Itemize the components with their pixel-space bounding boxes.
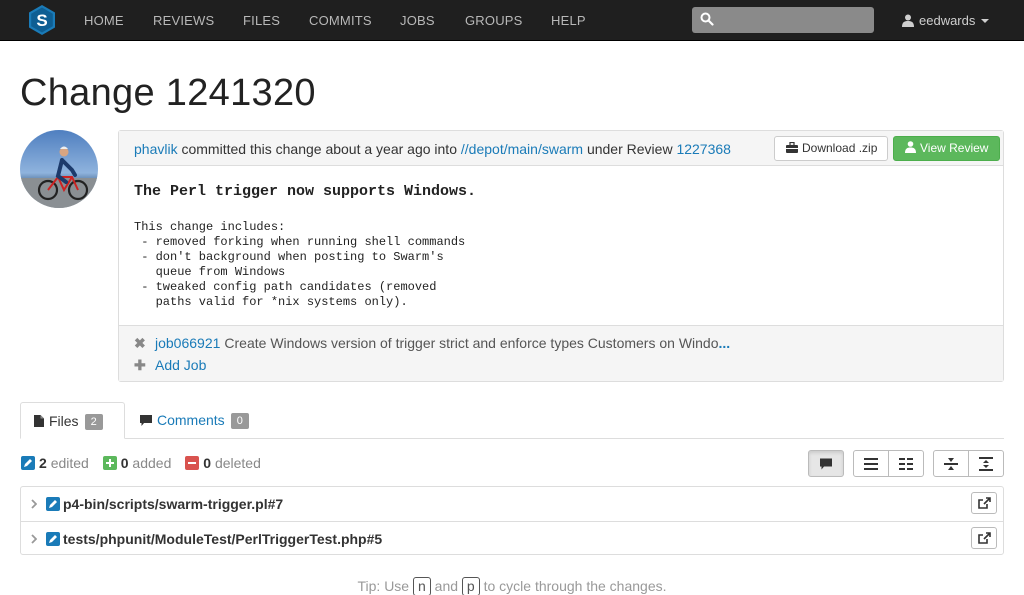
nav-files[interactable]: FILES <box>243 0 280 41</box>
file-row[interactable]: tests/phpunit/ModuleTest/PerlTriggerTest… <box>21 521 1003 555</box>
commit-summary: phavlik committed this change about a ye… <box>134 141 731 157</box>
keyboard-tip: Tip: Use n and p to cycle through the ch… <box>0 577 1024 595</box>
file-name[interactable]: tests/phpunit/ModuleTest/PerlTriggerTest… <box>63 531 382 547</box>
file-name[interactable]: p4-bin/scripts/swarm-trigger.pl#7 <box>63 496 283 512</box>
open-file-button[interactable] <box>971 527 997 549</box>
added-count: 0 <box>120 455 129 471</box>
tab-files[interactable]: Files 2 <box>20 402 125 439</box>
tab-files-label: Files <box>49 413 79 429</box>
search-input[interactable] <box>692 7 874 33</box>
jobs-area: ✖ job066921 Create Windows version of trig… <box>119 325 1003 381</box>
open-file-button[interactable] <box>971 492 997 514</box>
delete-icon <box>185 456 200 470</box>
add-icon <box>102 456 117 470</box>
tip-prefix: Tip: Use <box>357 578 410 594</box>
key-p: p <box>461 577 480 595</box>
swarm-logo[interactable]: S <box>29 5 55 35</box>
download-zip-button[interactable]: Download .zip <box>774 136 888 161</box>
user-icon <box>905 141 916 153</box>
tip-and: and <box>434 578 459 594</box>
inline-diff-button[interactable] <box>853 450 889 477</box>
file-stats: 2 edited 0 added 0 deleted <box>21 455 261 471</box>
page-title: Change 1241320 <box>20 72 316 114</box>
add-job-label: Add Job <box>155 357 207 373</box>
comments-toggle-icon <box>820 458 832 469</box>
side-by-side-diff-button[interactable] <box>888 450 924 477</box>
user-menu[interactable]: eedwards <box>902 0 990 41</box>
edit-icon <box>46 497 60 511</box>
nav-jobs[interactable]: JOBS <box>400 0 435 41</box>
committed-text: committed this change about a year ago i… <box>181 141 457 157</box>
edit-icon <box>46 532 60 546</box>
job-row: ✖ job066921 Create Windows version of trig… <box>134 335 730 352</box>
edited-label: edited <box>50 455 89 471</box>
added-label: added <box>132 455 172 471</box>
review-link[interactable]: 1227368 <box>676 141 731 157</box>
chevron-right-icon[interactable] <box>31 499 37 509</box>
briefcase-icon <box>786 141 798 153</box>
file-icon <box>34 415 44 427</box>
svg-text:S: S <box>36 11 47 30</box>
view-review-button[interactable]: View Review <box>893 136 1000 161</box>
add-job-link[interactable]: ✚ Add Job <box>134 357 206 374</box>
description-title: The Perl trigger now supports Windows. <box>134 183 477 200</box>
files-count-badge: 2 <box>84 414 103 430</box>
author-link[interactable]: phavlik <box>134 141 178 157</box>
view-review-label: View Review <box>920 141 989 155</box>
nav-home[interactable]: HOME <box>84 0 124 41</box>
avatar-image <box>20 130 98 208</box>
expand-all-button[interactable] <box>968 450 1004 477</box>
description-body: This change includes: - removed forking … <box>134 220 466 309</box>
user-icon <box>902 14 914 27</box>
edited-count: 2 <box>39 455 47 471</box>
comment-icon <box>140 415 152 426</box>
nav-groups[interactable]: GROUPS <box>465 0 523 41</box>
plus-icon: ✚ <box>134 357 146 373</box>
depot-path-link[interactable]: //depot/main/swarm <box>461 141 583 157</box>
nav-help[interactable]: HELP <box>551 0 586 41</box>
key-n: n <box>412 577 431 595</box>
job-expand-ellipsis[interactable]: ... <box>719 335 731 351</box>
collapse-icon <box>944 457 958 470</box>
comments-count-badge: 0 <box>230 413 249 429</box>
username: eedwards <box>919 13 976 28</box>
columns-icon <box>899 457 913 470</box>
tip-suffix: to cycle through the changes. <box>483 578 667 594</box>
nav-commits[interactable]: COMMITS <box>309 0 372 41</box>
deleted-count: 0 <box>203 455 212 471</box>
search-icon <box>700 12 714 26</box>
job-description: Create Windows version of trigger strict… <box>224 335 719 351</box>
expand-icon <box>979 456 993 471</box>
job-link[interactable]: job066921 <box>155 335 220 351</box>
toggle-comments-button[interactable] <box>808 450 844 477</box>
download-zip-label: Download .zip <box>802 141 878 155</box>
chevron-right-icon[interactable] <box>31 534 37 544</box>
caret-down-icon <box>981 19 990 23</box>
avatar[interactable] <box>20 130 98 208</box>
file-row[interactable]: p4-bin/scripts/swarm-trigger.pl#7 <box>21 487 1003 521</box>
open-icon <box>978 532 991 544</box>
top-navbar: S HOME REVIEWS FILES COMMITS JOBS GROUPS… <box>0 0 1024 41</box>
collapse-all-button[interactable] <box>933 450 969 477</box>
deleted-label: deleted <box>214 455 261 471</box>
open-icon <box>978 497 991 509</box>
change-header: phavlik committed this change about a ye… <box>119 131 1003 166</box>
change-panel: phavlik committed this change about a ye… <box>118 130 1004 382</box>
remove-icon[interactable]: ✖ <box>134 335 146 352</box>
under-review-text: under Review <box>586 141 673 157</box>
tab-comments[interactable]: Comments 0 <box>127 402 262 439</box>
tab-comments-label: Comments <box>157 412 225 428</box>
list-icon <box>864 457 878 470</box>
nav-reviews[interactable]: REVIEWS <box>153 0 214 41</box>
file-list: p4-bin/scripts/swarm-trigger.pl#7 tests/… <box>20 486 1004 555</box>
edit-icon <box>21 456 35 470</box>
